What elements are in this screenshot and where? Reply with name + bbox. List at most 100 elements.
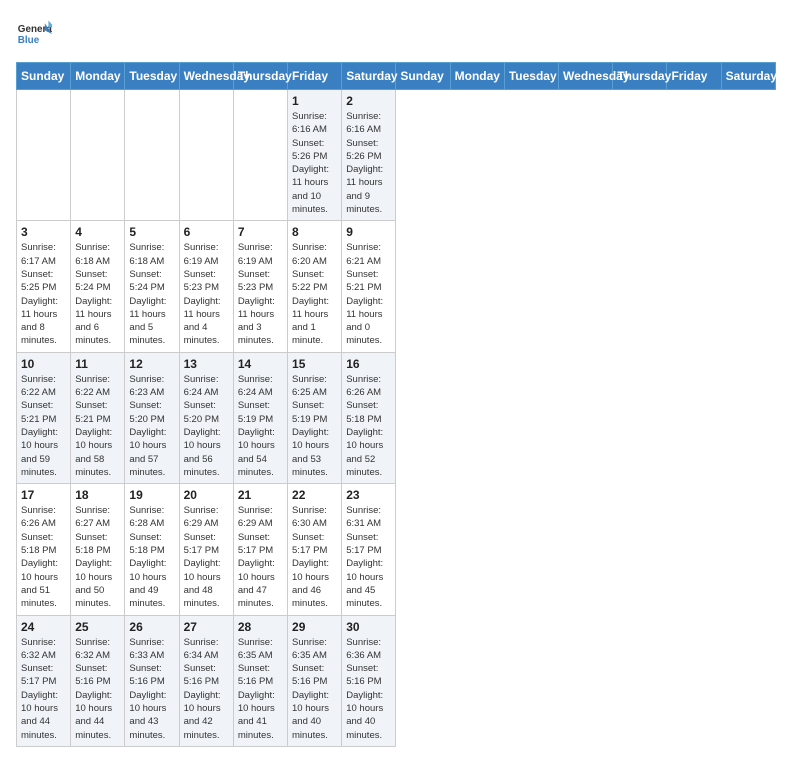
header-day: Wednesday [559, 63, 613, 90]
cell-info: Sunrise: 6:27 AM Sunset: 5:18 PM Dayligh… [75, 504, 120, 610]
day-number: 3 [21, 225, 66, 239]
svg-text:Blue: Blue [18, 35, 40, 46]
cell-info: Sunrise: 6:36 AM Sunset: 5:16 PM Dayligh… [346, 636, 391, 742]
cell-info: Sunrise: 6:31 AM Sunset: 5:17 PM Dayligh… [346, 504, 391, 610]
calendar-table: SundayMondayTuesdayWednesdayThursdayFrid… [16, 62, 776, 747]
day-number: 25 [75, 620, 120, 634]
cell-info: Sunrise: 6:34 AM Sunset: 5:16 PM Dayligh… [184, 636, 229, 742]
calendar-cell: 1Sunrise: 6:16 AM Sunset: 5:26 PM Daylig… [288, 90, 342, 221]
calendar-week-row: 1Sunrise: 6:16 AM Sunset: 5:26 PM Daylig… [17, 90, 776, 221]
calendar-cell: 21Sunrise: 6:29 AM Sunset: 5:17 PM Dayli… [233, 484, 287, 615]
calendar-cell: 29 Sunrise: 6:35 AM Sunset: 5:16 PM Dayli… [288, 615, 342, 746]
day-number: 29 [292, 620, 337, 634]
cell-info: Sunrise: 6:22 AM Sunset: 5:21 PM Dayligh… [75, 373, 120, 479]
logo: General Blue [16, 16, 56, 52]
cell-info: Sunrise: 6:19 AM Sunset: 5:23 PM Dayligh… [184, 241, 229, 347]
cell-info: Sunrise: 6:32 AM Sunset: 5:16 PM Dayligh… [75, 636, 120, 742]
day-number: 12 [129, 357, 174, 371]
calendar-cell: 14Sunrise: 6:24 AM Sunset: 5:19 PM Dayli… [233, 352, 287, 483]
calendar-cell: 17 Sunrise: 6:26 AM Sunset: 5:18 PM Dayli… [17, 484, 71, 615]
day-number: 23 [346, 488, 391, 502]
header-day: Thursday [233, 63, 287, 90]
day-number: 19 [129, 488, 174, 502]
day-number: 20 [184, 488, 229, 502]
cell-info: Sunrise: 6:16 AM Sunset: 5:26 PM Dayligh… [292, 110, 337, 216]
calendar-week-row: 17 Sunrise: 6:26 AM Sunset: 5:18 PM Dayli… [17, 484, 776, 615]
day-number: 10 [21, 357, 66, 371]
calendar-cell: 10 Sunrise: 6:22 AM Sunset: 5:21 PM Dayli… [17, 352, 71, 483]
calendar-cell [179, 90, 233, 221]
cell-info: Sunrise: 6:21 AM Sunset: 5:21 PM Dayligh… [346, 241, 391, 347]
calendar-cell: 5 Sunrise: 6:18 AM Sunset: 5:24 PM Daylig… [125, 221, 179, 352]
calendar-cell [71, 90, 125, 221]
calendar-cell: 23 Sunrise: 6:31 AM Sunset: 5:17 PM Dayli… [342, 484, 396, 615]
day-number: 2 [346, 94, 391, 108]
day-number: 27 [184, 620, 229, 634]
cell-info: Sunrise: 6:35 AM Sunset: 5:16 PM Dayligh… [292, 636, 337, 742]
calendar-week-row: 3 Sunrise: 6:17 AM Sunset: 5:25 PM Daylig… [17, 221, 776, 352]
day-number: 15 [292, 357, 337, 371]
calendar-cell: 13 Sunrise: 6:24 AM Sunset: 5:20 PM Dayli… [179, 352, 233, 483]
day-number: 21 [238, 488, 283, 502]
calendar-cell: 7Sunrise: 6:19 AM Sunset: 5:23 PM Daylig… [233, 221, 287, 352]
calendar-week-row: 24Sunrise: 6:32 AM Sunset: 5:17 PM Dayli… [17, 615, 776, 746]
calendar-cell: 8 Sunrise: 6:20 AM Sunset: 5:22 PM Daylig… [288, 221, 342, 352]
calendar-cell: 16Sunrise: 6:26 AM Sunset: 5:18 PM Dayli… [342, 352, 396, 483]
cell-info: Sunrise: 6:25 AM Sunset: 5:19 PM Dayligh… [292, 373, 337, 479]
calendar-cell: 19 Sunrise: 6:28 AM Sunset: 5:18 PM Dayli… [125, 484, 179, 615]
header-day: Thursday [613, 63, 667, 90]
day-number: 8 [292, 225, 337, 239]
cell-info: Sunrise: 6:28 AM Sunset: 5:18 PM Dayligh… [129, 504, 174, 610]
calendar-cell: 11 Sunrise: 6:22 AM Sunset: 5:21 PM Dayli… [71, 352, 125, 483]
cell-info: Sunrise: 6:32 AM Sunset: 5:17 PM Dayligh… [21, 636, 66, 742]
cell-info: Sunrise: 6:22 AM Sunset: 5:21 PM Dayligh… [21, 373, 66, 479]
cell-info: Sunrise: 6:19 AM Sunset: 5:23 PM Dayligh… [238, 241, 283, 347]
cell-info: Sunrise: 6:17 AM Sunset: 5:25 PM Dayligh… [21, 241, 66, 347]
calendar-cell: 20Sunrise: 6:29 AM Sunset: 5:17 PM Dayli… [179, 484, 233, 615]
header-day: Sunday [17, 63, 71, 90]
cell-info: Sunrise: 6:16 AM Sunset: 5:26 PM Dayligh… [346, 110, 391, 216]
header-day: Monday [71, 63, 125, 90]
page-header: General Blue [16, 16, 776, 52]
header-row: SundayMondayTuesdayWednesdayThursdayFrid… [17, 63, 776, 90]
calendar-cell: 12 Sunrise: 6:23 AM Sunset: 5:20 PM Dayli… [125, 352, 179, 483]
header-day: Saturday [342, 63, 396, 90]
header-day: Saturday [721, 63, 775, 90]
header-day: Sunday [396, 63, 450, 90]
cell-info: Sunrise: 6:20 AM Sunset: 5:22 PM Dayligh… [292, 241, 337, 347]
day-number: 17 [21, 488, 66, 502]
day-number: 11 [75, 357, 120, 371]
calendar-cell: 6 Sunrise: 6:19 AM Sunset: 5:23 PM Daylig… [179, 221, 233, 352]
header-day: Tuesday [125, 63, 179, 90]
calendar-week-row: 10 Sunrise: 6:22 AM Sunset: 5:21 PM Dayli… [17, 352, 776, 483]
cell-info: Sunrise: 6:23 AM Sunset: 5:20 PM Dayligh… [129, 373, 174, 479]
calendar-cell [233, 90, 287, 221]
day-number: 4 [75, 225, 120, 239]
calendar-cell [125, 90, 179, 221]
day-number: 30 [346, 620, 391, 634]
day-number: 28 [238, 620, 283, 634]
calendar-cell: 2 Sunrise: 6:16 AM Sunset: 5:26 PM Daylig… [342, 90, 396, 221]
header-day: Wednesday [179, 63, 233, 90]
cell-info: Sunrise: 6:26 AM Sunset: 5:18 PM Dayligh… [21, 504, 66, 610]
calendar-cell: 15 Sunrise: 6:25 AM Sunset: 5:19 PM Dayli… [288, 352, 342, 483]
calendar-cell: 26Sunrise: 6:33 AM Sunset: 5:16 PM Dayli… [125, 615, 179, 746]
calendar-cell: 3 Sunrise: 6:17 AM Sunset: 5:25 PM Daylig… [17, 221, 71, 352]
calendar-cell [17, 90, 71, 221]
calendar-cell: 28 Sunrise: 6:35 AM Sunset: 5:16 PM Dayli… [233, 615, 287, 746]
calendar-cell: 18Sunrise: 6:27 AM Sunset: 5:18 PM Dayli… [71, 484, 125, 615]
day-number: 13 [184, 357, 229, 371]
header-day: Friday [288, 63, 342, 90]
day-number: 16 [346, 357, 391, 371]
cell-info: Sunrise: 6:35 AM Sunset: 5:16 PM Dayligh… [238, 636, 283, 742]
day-number: 9 [346, 225, 391, 239]
day-number: 6 [184, 225, 229, 239]
cell-info: Sunrise: 6:18 AM Sunset: 5:24 PM Dayligh… [129, 241, 174, 347]
day-number: 5 [129, 225, 174, 239]
header-day: Monday [450, 63, 504, 90]
calendar-cell: 25 Sunrise: 6:32 AM Sunset: 5:16 PM Dayli… [71, 615, 125, 746]
cell-info: Sunrise: 6:24 AM Sunset: 5:20 PM Dayligh… [184, 373, 229, 479]
header-day: Friday [667, 63, 721, 90]
cell-info: Sunrise: 6:30 AM Sunset: 5:17 PM Dayligh… [292, 504, 337, 610]
day-number: 22 [292, 488, 337, 502]
